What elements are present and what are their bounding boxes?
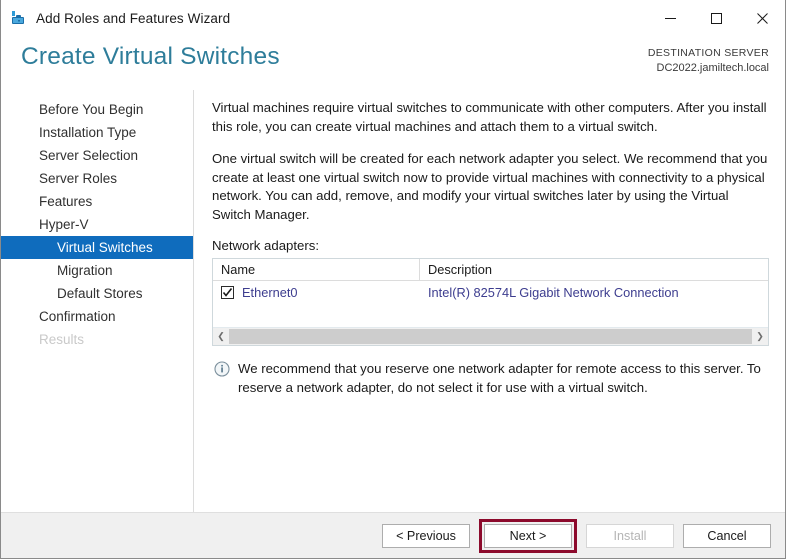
intro-paragraph-2: One virtual switch will be created for e… [212, 151, 768, 222]
next-button-highlight: Next > [479, 518, 577, 553]
next-button[interactable]: Next > [484, 523, 572, 548]
sidebar-item-migration[interactable]: Migration [1, 259, 193, 282]
network-adapters-listview: Name Description Ethernet0 Intel(R) 8257… [212, 258, 769, 346]
destination-server-block: DESTINATION SERVER DC2022.jamiltech.loca… [648, 46, 769, 76]
column-header-description[interactable]: Description [420, 259, 768, 280]
wizard-steps-sidebar: Before You Begin Installation Type Server … [1, 90, 194, 512]
recommendation-note: We recommend that you reserve one networ… [212, 360, 769, 397]
sidebar-item-server-selection[interactable]: Server Selection [1, 144, 193, 167]
sidebar-item-hyper-v[interactable]: Hyper-V [1, 213, 193, 236]
sidebar-item-features[interactable]: Features [1, 190, 193, 213]
wizard-server-icon [10, 9, 28, 27]
maximize-icon[interactable] [693, 0, 739, 36]
wizard-footer: < Previous Next > Install Cancel [1, 512, 785, 558]
wizard-window: Add Roles and Features Wizard Create Vir… [0, 0, 786, 559]
sidebar-item-before-you-begin[interactable]: Before You Begin [1, 98, 193, 121]
window-title: Add Roles and Features Wizard [36, 10, 231, 26]
sidebar-item-default-stores[interactable]: Default Stores [1, 282, 193, 305]
adapter-name-cell: Ethernet0 [213, 285, 420, 300]
page-header: Create Virtual Switches DESTINATION SERV… [1, 36, 785, 90]
cancel-button[interactable]: Cancel [683, 523, 771, 548]
main-content: Virtual machines require virtual switche… [194, 90, 785, 512]
install-button: Install [586, 523, 674, 548]
sidebar-item-installation-type[interactable]: Installation Type [1, 121, 193, 144]
minimize-icon[interactable] [647, 0, 693, 36]
close-icon[interactable] [739, 0, 785, 36]
network-adapters-label: Network adapters: [212, 238, 320, 253]
previous-button[interactable]: < Previous [382, 523, 470, 548]
destination-server-label: DESTINATION SERVER [647, 47, 769, 59]
page-title: Create Virtual Switches [21, 43, 280, 70]
chevron-right-icon[interactable]: ❯ [752, 328, 768, 345]
column-header-name[interactable]: Name [213, 259, 420, 280]
info-icon [214, 361, 230, 377]
table-row[interactable]: Ethernet0 Intel(R) 82574L Gigabit Networ… [213, 281, 768, 303]
intro-paragraph-1: Virtual machines require virtual switche… [212, 100, 767, 134]
sidebar-item-server-roles[interactable]: Server Roles [1, 167, 193, 190]
adapter-name-label: Ethernet0 [242, 284, 298, 300]
recommendation-note-text: We recommend that you reserve one networ… [238, 361, 761, 395]
sidebar-item-virtual-switches[interactable]: Virtual Switches [1, 236, 193, 259]
listview-body: Ethernet0 Intel(R) 82574L Gigabit Networ… [213, 281, 768, 327]
chevron-left-icon[interactable]: ❮ [213, 328, 229, 345]
sidebar-item-results: Results [39, 332, 85, 347]
listview-header: Name Description [213, 259, 768, 281]
scrollbar-thumb[interactable] [229, 329, 752, 344]
adapter-description-label: Intel(R) 82574L Gigabit Network Connecti… [428, 284, 679, 300]
title-bar: Add Roles and Features Wizard [1, 0, 785, 36]
horizontal-scrollbar[interactable]: ❮ ❯ [213, 327, 768, 345]
adapter-checkbox[interactable] [221, 285, 234, 299]
body-area: Before You Begin Installation Type Server … [1, 90, 785, 512]
window-controls [647, 0, 785, 36]
sidebar-item-confirmation[interactable]: Confirmation [1, 305, 193, 328]
destination-server-name: DC2022.jamiltech.local [656, 62, 770, 74]
